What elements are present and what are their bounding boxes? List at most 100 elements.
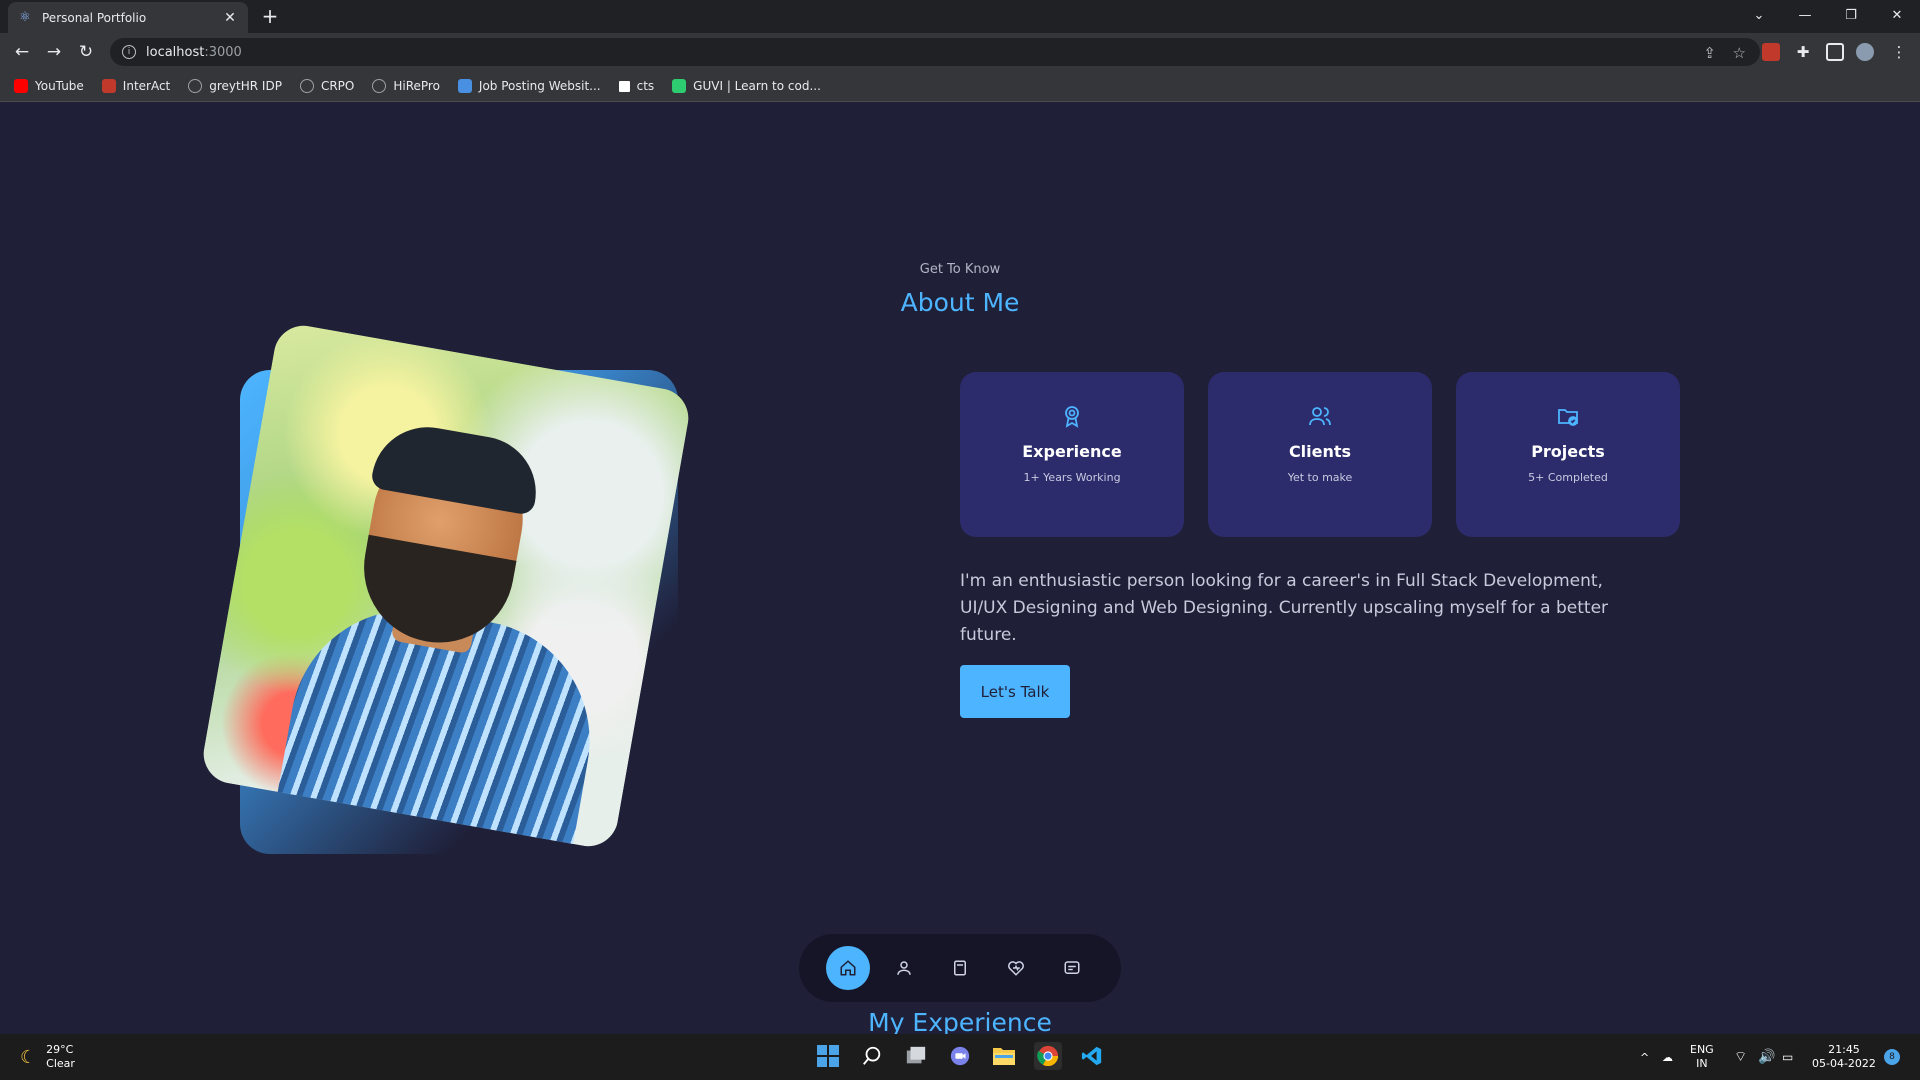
bookmark-item[interactable]: HiRePro [372, 79, 440, 93]
bookmark-item[interactable]: GUVI | Learn to cod... [672, 79, 821, 93]
window-close-button[interactable]: ✕ [1874, 0, 1920, 30]
user-icon [897, 961, 911, 975]
card-title: Projects [1531, 442, 1605, 461]
home-icon [840, 960, 856, 976]
onedrive-icon[interactable]: ☁ [1662, 1034, 1673, 1080]
tab-search-icon[interactable]: ⌄ [1736, 0, 1782, 30]
address-bar[interactable]: i localhost:3000 ⇪ ☆ [110, 38, 1760, 66]
bookmarks-bar: YouTube InterAct greytHR IDP CRPO HiRePro Job… [0, 71, 1920, 102]
card-title: Experience [1022, 442, 1122, 461]
vscode-button[interactable] [1078, 1042, 1106, 1070]
react-icon: ⚛ [19, 9, 31, 25]
card-clients: Clients Yet to make [1208, 372, 1432, 537]
puzzle-icon[interactable]: ✚ [1794, 43, 1812, 61]
bookmark-star-icon[interactable]: ☆ [1733, 44, 1746, 62]
weather-widget[interactable]: ☾ 29°C Clear [20, 1043, 75, 1071]
bookmark-item[interactable]: cts [618, 79, 655, 93]
lets-talk-button[interactable]: Let's Talk [960, 665, 1070, 718]
globe-icon [188, 79, 203, 93]
nav-contact[interactable] [1050, 946, 1094, 990]
show-hidden-icons[interactable]: ^ [1640, 1034, 1649, 1080]
task-view-button[interactable] [902, 1042, 930, 1070]
job-icon [457, 79, 472, 93]
cts-icon [618, 80, 630, 92]
bookmark-label: greytHR IDP [209, 79, 282, 93]
side-panel-icon[interactable] [1826, 43, 1844, 61]
search-icon [863, 1046, 881, 1065]
minimize-button[interactable]: — [1782, 0, 1828, 30]
globe-icon [299, 79, 314, 93]
chat-icon [950, 1046, 970, 1066]
about-cards: Experience 1+ Years Working Clients Yet … [960, 372, 1680, 537]
site-info-icon[interactable]: i [122, 45, 136, 59]
start-button[interactable] [814, 1042, 842, 1070]
task-view-icon [906, 1046, 926, 1064]
bookmark-item[interactable]: greytHR IDP [188, 79, 282, 93]
card-projects: Projects 5+ Completed [1456, 372, 1680, 537]
youtube-icon [14, 79, 28, 93]
search-button[interactable] [858, 1042, 886, 1070]
share-icon[interactable]: ⇪ [1703, 44, 1716, 62]
card-experience: Experience 1+ Years Working [960, 372, 1184, 537]
bookmark-label: cts [636, 79, 655, 93]
bookmark-item[interactable]: CRPO [299, 79, 355, 93]
folder-check-icon [1558, 409, 1578, 426]
forward-icon[interactable]: → [42, 41, 66, 63]
new-tab-button[interactable]: + [258, 4, 282, 28]
extension-icon[interactable] [1762, 43, 1780, 61]
floating-nav [799, 934, 1121, 1002]
back-icon[interactable]: ← [10, 41, 34, 63]
message-icon [1064, 961, 1080, 974]
clock[interactable]: 21:45 05-04-2022 [1812, 1034, 1876, 1080]
tab-title: Personal Portfolio [42, 10, 147, 25]
card-title: Clients [1288, 442, 1352, 461]
file-explorer-button[interactable] [990, 1042, 1018, 1070]
browser-toolbar: ← → ↻ i localhost:3000 ⇪ ☆ [0, 33, 1920, 71]
bookmark-label: GUVI | Learn to cod... [693, 79, 821, 93]
about-description: I'm an enthusiastic person looking for a… [960, 571, 1609, 645]
weather-condition: Clear [46, 1057, 75, 1070]
nav-experience[interactable] [938, 946, 982, 990]
globe-icon [372, 79, 387, 93]
bookmark-label: InterAct [122, 79, 171, 93]
menu-icon[interactable]: ⋮ [1890, 43, 1908, 61]
weather-temperature: 29°C [46, 1043, 74, 1056]
bookmark-label: Job Posting Websit... [478, 79, 601, 93]
notification-badge[interactable]: 8 [1884, 1049, 1900, 1065]
tab-personal-portfolio[interactable]: ⚛ Personal Portfolio ✕ [8, 2, 248, 33]
chrome-button[interactable] [1034, 1042, 1062, 1070]
url-text: localhost:3000 [146, 44, 242, 60]
profile-photo [198, 321, 694, 851]
award-icon [1065, 406, 1079, 428]
folder-icon [993, 1048, 1015, 1065]
teams-chat-button[interactable] [946, 1042, 974, 1070]
interact-icon [101, 79, 116, 93]
bookmark-label: YouTube [35, 79, 84, 93]
restore-button[interactable]: ❐ [1828, 0, 1874, 30]
nav-about[interactable] [882, 946, 926, 990]
windows-icon [817, 1045, 839, 1067]
book-icon [954, 960, 966, 976]
reload-icon[interactable]: ↻ [74, 41, 98, 63]
bookmark-item[interactable]: Job Posting Websit... [457, 79, 601, 93]
bookmark-label: HiRePro [393, 79, 440, 93]
bookmark-label: CRPO [320, 79, 355, 93]
language-indicator[interactable]: ENG IN [1690, 1034, 1714, 1080]
nav-services[interactable] [994, 946, 1038, 990]
taskbar: ☾ 29°C Clear ^ ☁ ENG IN ⌔ 🔊 ▭ 21:45 05-0… [0, 1034, 1920, 1080]
moon-icon: ☾ [20, 1046, 37, 1068]
card-subtitle: 1+ Years Working [1023, 471, 1121, 484]
nav-home[interactable] [826, 946, 870, 990]
close-tab-icon[interactable]: ✕ [222, 10, 238, 26]
users-icon [1309, 407, 1331, 426]
bookmark-item[interactable]: YouTube [14, 79, 84, 93]
profile-avatar[interactable] [1856, 43, 1874, 61]
battery-icon[interactable]: ▭ [1782, 1034, 1793, 1080]
section-eyebrow: Get To Know [919, 262, 1001, 277]
card-subtitle: 5+ Completed [1528, 471, 1608, 484]
section-title: About Me [900, 288, 1020, 317]
wifi-icon[interactable]: ⌔ [1734, 1034, 1747, 1080]
bookmark-item[interactable]: InterAct [101, 79, 171, 93]
portfolio-page: Get To Know About Me Experience 1+ Years… [0, 102, 1920, 1034]
volume-icon[interactable]: 🔊 [1758, 1034, 1775, 1080]
